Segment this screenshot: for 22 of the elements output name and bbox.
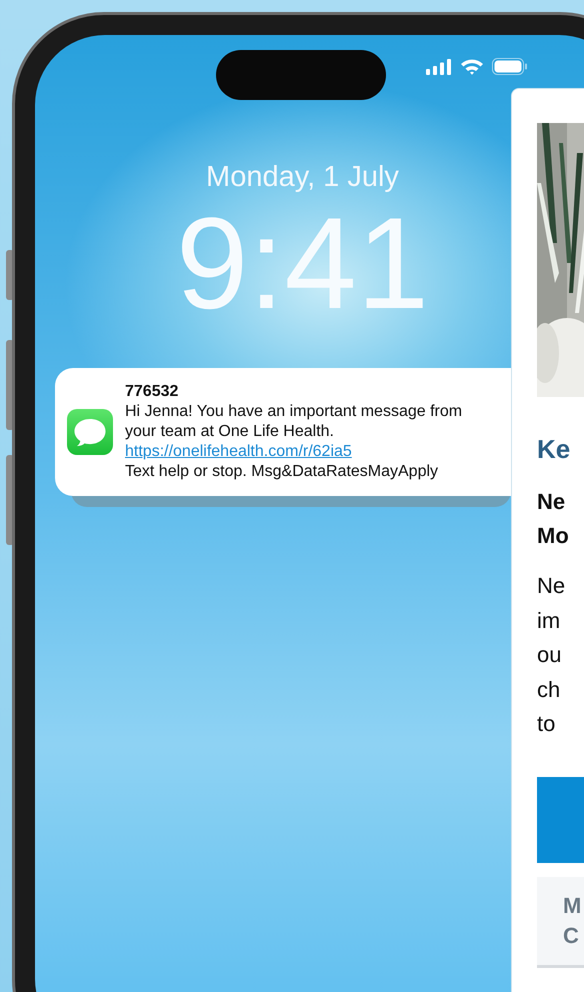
lock-date: Monday, 1 July	[205, 161, 400, 194]
wifi-icon	[460, 58, 484, 75]
notification-message: your team at One Life Health.	[125, 422, 334, 442]
panel-heading: Mo	[537, 522, 570, 550]
notification-sender: 776532	[125, 382, 178, 402]
panel-text: ou	[537, 641, 562, 669]
notification-card[interactable]: 776532 Hi Jenna! You have an important message from your team at One Life Health. https://onelifehealth.com/r/62ia5 Text help or stop. Msg&DataRatesMayApply	[55, 368, 511, 496]
notification-link[interactable]: https://onelifehealth.com/r/62ia5	[125, 442, 352, 462]
panel-text: ch	[537, 676, 562, 704]
notification-footer: Text help or stop. Msg&DataRatesMayApply	[125, 462, 438, 482]
panel-text: Ne	[537, 572, 566, 600]
panel-title: Ke	[537, 433, 572, 465]
panel-heading: Ne	[537, 488, 566, 516]
panel-text: im	[537, 606, 562, 634]
battery-icon	[492, 58, 528, 75]
panel-tab[interactable]: M C	[537, 876, 584, 968]
panel-text: to	[537, 710, 556, 738]
messages-app-icon	[67, 409, 113, 455]
panel-button[interactable]	[537, 776, 584, 862]
notification-message: Hi Jenna! You have an important message from	[125, 402, 462, 422]
lock-time: 9:41	[174, 198, 430, 328]
signal-icon	[426, 58, 452, 74]
